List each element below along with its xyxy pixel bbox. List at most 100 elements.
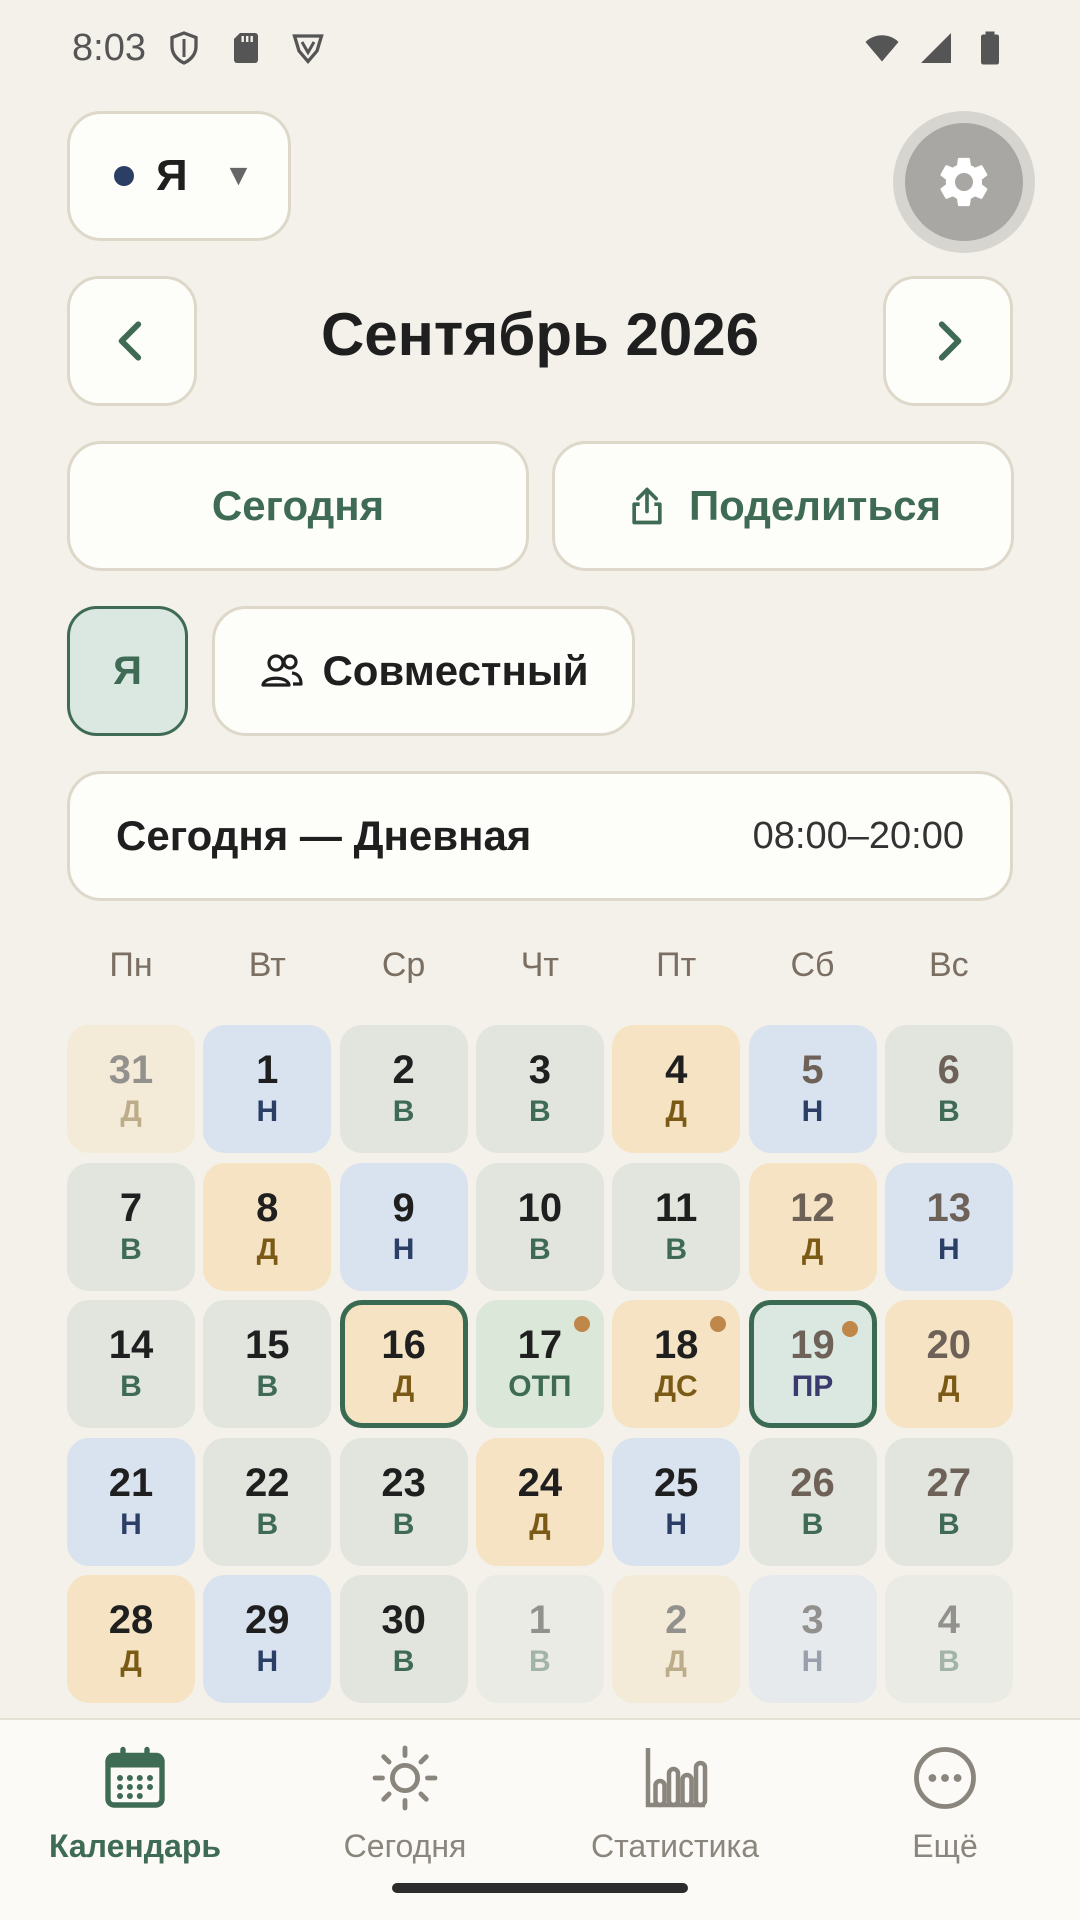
shift-code: Д (120, 1645, 142, 1678)
profile-selector[interactable]: Я ▼ (67, 111, 291, 241)
sun-icon (372, 1745, 438, 1811)
shift-code: Н (801, 1645, 824, 1678)
calendar-day-cell[interactable]: 4Д (612, 1025, 741, 1153)
home-indicator[interactable] (392, 1883, 688, 1893)
calendar-day-cell[interactable]: 21 Н (67, 1437, 195, 1566)
calendar-day-cell[interactable]: 1В (475, 1575, 604, 1703)
today-button[interactable]: Сегодня (67, 441, 529, 571)
calendar-day-cell[interactable]: 16 Д (339, 1300, 468, 1428)
shift-code: Д (256, 1232, 278, 1266)
mode-chip-joint[interactable]: Совместный (212, 606, 635, 736)
shift-code: В (529, 1232, 551, 1266)
day-number: 2 (665, 1598, 688, 1642)
shift-code: Д (801, 1232, 824, 1266)
calendar-day-cell[interactable]: 4В (884, 1575, 1013, 1703)
prev-month-button[interactable] (67, 276, 197, 406)
calendar-day-cell[interactable]: 1Н (203, 1025, 332, 1153)
shift-code: Н (801, 1095, 824, 1128)
today-shift-banner[interactable]: Сегодня — Дневная 08:00–20:00 (67, 771, 1013, 901)
status-bar: 8:03 (0, 0, 1080, 96)
calendar-day-cell[interactable]: 29 Н (203, 1575, 332, 1703)
calendar-day-cell[interactable]: 25 Н (612, 1437, 741, 1566)
calendar-day-cell[interactable]: 24 Д (475, 1437, 604, 1566)
calendar-day-cell[interactable]: 28 Д (67, 1575, 195, 1703)
shift-code: В (392, 1507, 415, 1541)
share-button[interactable]: Поделиться (552, 441, 1014, 571)
calendar-day-cell[interactable]: 7В (67, 1162, 195, 1291)
calendar-day-cell[interactable]: 3Н (748, 1575, 877, 1703)
nav-calendar[interactable]: Календарь (0, 1742, 270, 1865)
profile-color-dot (114, 166, 134, 186)
day-number: 3 (528, 1048, 552, 1092)
more-icon (914, 1747, 976, 1809)
day-number: 21 (108, 1460, 154, 1505)
calendar-day-cell[interactable]: 9Н (339, 1162, 468, 1291)
shift-code: В (529, 1645, 551, 1678)
calendar-day-cell[interactable]: 17 ОТП (475, 1300, 604, 1428)
calendar-grid: 31 Д 1 Н 2 В 3 В 4 Д 5 Н 6 В 7 В 8 Д 9 Н 10 В 11 В 12 Д 13 Н 14 В 15 В 1… (67, 1025, 1013, 1715)
shift-code: Д (529, 1507, 551, 1541)
day-number: 4 (665, 1048, 688, 1092)
wifi-icon (865, 35, 899, 62)
calendar-day-cell[interactable]: 23 В (339, 1437, 468, 1566)
calendar-day-cell[interactable]: 5Н (748, 1025, 877, 1153)
shift-code: Н (392, 1232, 415, 1266)
nav-label: Сегодня (343, 1828, 467, 1864)
nav-statistics[interactable]: Статистика (540, 1742, 810, 1865)
calendar-day-cell[interactable]: 31 Д (67, 1025, 195, 1153)
calendar-day-cell[interactable]: 12 Д (748, 1162, 877, 1291)
shift-code: В (801, 1507, 824, 1541)
nav-today[interactable]: Сегодня (270, 1742, 540, 1865)
calendar-day-cell[interactable]: 13 Н (884, 1162, 1013, 1291)
shift-code: ДС (654, 1370, 698, 1403)
day-number: 26 (790, 1460, 835, 1505)
mode-chip-me-label: Я (113, 648, 142, 693)
calendar-day-cell[interactable]: 8Д (203, 1162, 332, 1291)
weekday-label: Пт (656, 946, 697, 984)
shift-code: ПР (791, 1370, 834, 1403)
calendar-day-cell[interactable]: 15 В (203, 1300, 332, 1428)
nav-more[interactable]: Ещё (810, 1742, 1080, 1865)
calendar-day-cell[interactable]: 14 В (67, 1300, 195, 1428)
status-time: 8:03 (72, 26, 146, 69)
day-number: 30 (381, 1598, 426, 1642)
shift-code: Д (392, 1370, 415, 1403)
calendar-day-cell[interactable]: 30 В (339, 1575, 468, 1703)
signal-icon (921, 33, 951, 63)
vpn-icon (292, 34, 324, 65)
next-month-button[interactable] (883, 276, 1013, 406)
calendar-day-cell[interactable]: 27 В (884, 1437, 1013, 1566)
calendar-day-cell[interactable]: 19 ПР (748, 1300, 877, 1428)
calendar-day-cell[interactable]: 22 В (203, 1437, 332, 1566)
people-icon (261, 654, 304, 687)
calendar-day-cell[interactable]: 18 ДС (612, 1300, 741, 1428)
shift-code: В (937, 1095, 960, 1128)
weekday-label: Чт (520, 946, 559, 984)
day-number: 22 (245, 1460, 290, 1505)
shift-code: В (120, 1370, 142, 1403)
calendar-day-cell[interactable]: 11 В (612, 1162, 741, 1291)
weekday-label: Вт (248, 946, 286, 984)
calendar-icon (105, 1746, 165, 1808)
calendar-day-cell[interactable]: 3В (475, 1025, 604, 1153)
calendar-day-cell[interactable]: 6В (884, 1025, 1013, 1153)
calendar-day-cell[interactable]: 10 В (475, 1162, 604, 1291)
shift-code: Д (665, 1645, 687, 1678)
shift-code: В (937, 1645, 960, 1678)
today-button-label: Сегодня (211, 482, 385, 529)
day-number: 18 (653, 1323, 699, 1367)
settings-button[interactable] (893, 111, 1035, 253)
shift-code: В (256, 1507, 279, 1541)
calendar-day-cell[interactable]: 20 Д (884, 1300, 1013, 1428)
calendar-day-cell[interactable]: 2В (339, 1025, 468, 1153)
profile-name: Я (156, 151, 188, 200)
calendar-day-cell[interactable]: 2Д (612, 1575, 741, 1703)
calendar-day-cell[interactable]: 26 В (748, 1437, 877, 1566)
mode-chip-me[interactable]: Я (67, 606, 188, 736)
bar-chart-icon (645, 1748, 708, 1808)
day-number: 11 (655, 1185, 698, 1230)
day-number: 14 (108, 1323, 154, 1367)
day-number: 6 (937, 1048, 960, 1092)
day-number: 31 (108, 1048, 154, 1092)
shift-code: ОТП (508, 1370, 572, 1403)
